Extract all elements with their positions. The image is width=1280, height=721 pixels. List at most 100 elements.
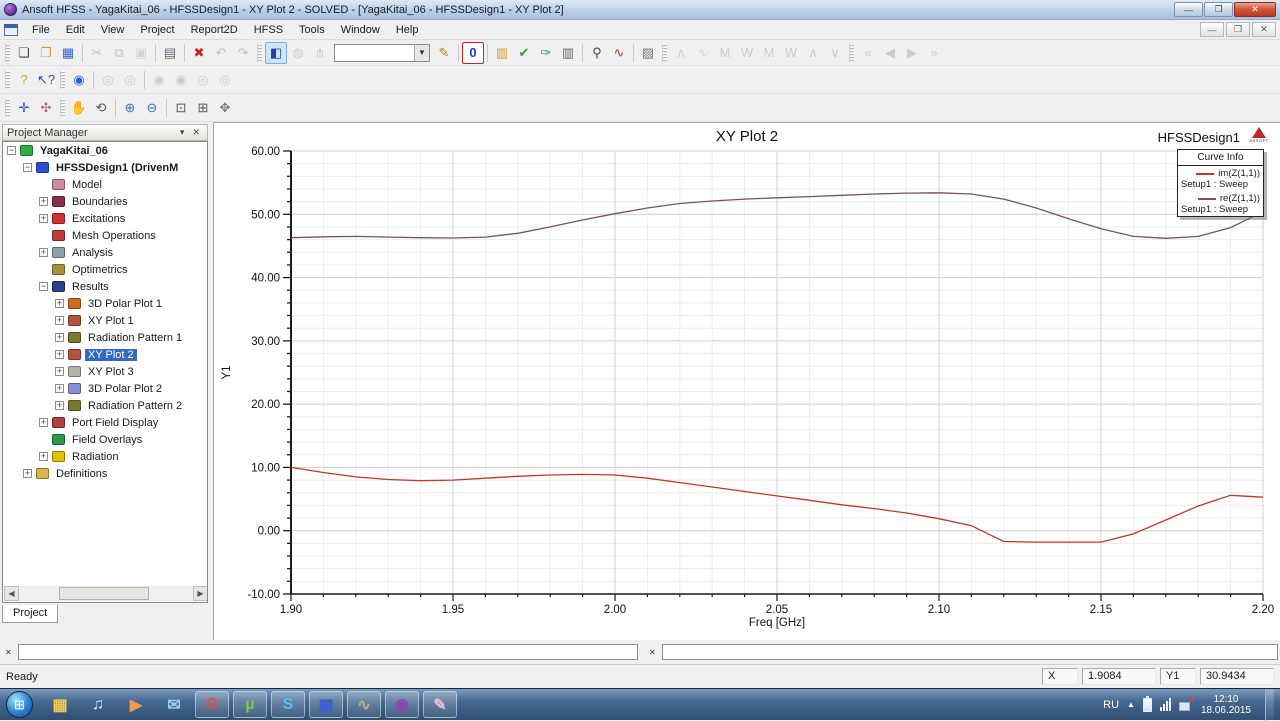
skype-icon[interactable]: S (271, 691, 305, 718)
toolbar-grip[interactable] (60, 70, 65, 89)
xy-plot-canvas[interactable]: -10.00 0.00 10.00 20.00 30.00 40.00 50.00 60.00… (214, 123, 1280, 641)
validation-icon[interactable]: ◍ (287, 42, 309, 64)
tree-item-label[interactable]: XY Plot 2 (85, 348, 137, 361)
tree-item-label[interactable]: Port Field Display (69, 417, 161, 429)
start-button[interactable]: ⊞ (6, 691, 33, 718)
mail-icon[interactable]: ✉ (157, 691, 191, 718)
dock-close-icon[interactable]: ✕ (646, 647, 659, 658)
check-icon[interactable]: ✔ (513, 42, 535, 64)
copy-image-icon[interactable]: ▨ (637, 42, 659, 64)
scroll-right-icon[interactable]: ▶ (193, 586, 207, 601)
tray-clock[interactable]: 12:10 18.06.2015 (1201, 694, 1251, 716)
tree-item-model[interactable]: Model (3, 176, 207, 193)
mdi-minimize-button[interactable]: — (1200, 22, 1224, 37)
tree-item-label[interactable]: Optimetrics (69, 264, 131, 276)
toolbar-grip[interactable] (257, 43, 262, 62)
view-option-4-icon[interactable]: ◎ (214, 69, 236, 91)
zoom-window-icon[interactable]: ⊡ (170, 97, 192, 119)
context-help-icon[interactable]: ↖? (35, 69, 57, 91)
progress-window[interactable] (661, 644, 1278, 660)
validate-icon[interactable]: 0 (462, 41, 484, 64)
tree-item-yagakitai-06[interactable]: − YagaKitai_06 (3, 142, 207, 159)
mdi-restore-button[interactable]: ❐ (1226, 22, 1250, 37)
tree-item-label[interactable]: Radiation (69, 451, 121, 463)
wave-1-icon[interactable]: ∧ (670, 42, 692, 64)
media-player-icon[interactable]: ▶ (119, 691, 153, 718)
tree-expander-icon[interactable]: + (23, 469, 32, 478)
tree-item-3d-polar-plot-2[interactable]: +3D Polar Plot 2 (3, 380, 207, 397)
tree-item-radiation-pattern-2[interactable]: + Radiation Pattern 2 (3, 397, 207, 414)
menu-view[interactable]: View (93, 22, 133, 38)
tray-expand-icon[interactable]: ▲ (1127, 700, 1135, 709)
zoom-in-icon[interactable]: ⊕ (119, 97, 141, 119)
tree-item-label[interactable]: Boundaries (69, 196, 131, 208)
tab-project[interactable]: Project (2, 605, 59, 623)
combo-dropdown-icon[interactable]: ▼ (414, 44, 429, 61)
tree-expander-icon[interactable]: + (39, 214, 48, 223)
toolbar-grip[interactable] (662, 43, 667, 62)
view-option-3-icon[interactable]: ◎ (192, 69, 214, 91)
close-button[interactable]: ✕ (1234, 2, 1276, 17)
tree-item-analysis[interactable]: + Analysis (3, 244, 207, 261)
nav-first-icon[interactable]: « (857, 42, 879, 64)
record-icon[interactable]: ✑ (535, 42, 557, 64)
curve-info-legend[interactable]: Curve Info im(Z(1,1)) Setup1 : Sweep re(Z(… (1177, 149, 1264, 217)
toolbar-grip[interactable] (849, 43, 854, 62)
tree-item-label[interactable]: Mesh Operations (69, 230, 159, 242)
message-window[interactable] (17, 644, 638, 660)
pm-close-icon[interactable]: ✕ (189, 127, 203, 138)
tree-expander-icon[interactable]: + (55, 316, 64, 325)
new-icon[interactable]: ❏ (13, 42, 35, 64)
pan-icon[interactable]: ✋ (68, 97, 90, 119)
tree-expander-icon[interactable]: + (55, 333, 64, 342)
tree-item-xy-plot-1[interactable]: + XY Plot 1 (3, 312, 207, 329)
tree-expander-icon[interactable]: + (39, 418, 48, 427)
minimize-button[interactable]: — (1174, 2, 1203, 17)
tree-item-xy-plot-3[interactable]: + XY Plot 3 (3, 363, 207, 380)
tree-item-label[interactable]: XY Plot 1 (85, 315, 137, 327)
zoom-out-icon[interactable]: ⊖ (141, 97, 163, 119)
fit-view-icon[interactable]: ⊞ (192, 97, 214, 119)
menu-report2d[interactable]: Report2D (183, 22, 246, 38)
nav-last-icon[interactable]: » (923, 42, 945, 64)
tree-item-label[interactable]: XY Plot 3 (85, 366, 137, 378)
network-error-icon[interactable]: ✕ (1178, 695, 1195, 711)
save-icon[interactable]: ▦ (57, 42, 79, 64)
explorer-icon[interactable]: ▦ (43, 691, 77, 718)
tree-item-xy-plot-2[interactable]: + XY Plot 2 (3, 346, 207, 363)
paint-icon[interactable]: ✎ (423, 691, 457, 718)
project-tree-hscrollbar[interactable]: ◀ ▶ (4, 586, 207, 601)
tree-item-label[interactable]: Excitations (69, 213, 128, 225)
redo-icon[interactable]: ↷ (232, 42, 254, 64)
tree-item-label[interactable]: 3D Polar Plot 1 (85, 298, 165, 310)
tree-expander-icon[interactable]: + (55, 384, 64, 393)
axes-icon[interactable]: ✥ (214, 97, 236, 119)
ansoft-app-icon[interactable]: ◉ (385, 691, 419, 718)
mdi-close-button[interactable]: ✕ (1252, 22, 1276, 37)
show-desktop-button[interactable] (1265, 688, 1274, 721)
battery-icon[interactable] (1142, 695, 1152, 712)
wave-3-icon[interactable]: M (714, 42, 736, 64)
tree-item-optimetrics[interactable]: Optimetrics (3, 261, 207, 278)
tree-item-label[interactable]: Analysis (69, 247, 116, 259)
menu-edit[interactable]: Edit (58, 22, 93, 38)
edit-variables-icon[interactable]: ✎ (433, 42, 455, 64)
scroll-left-icon[interactable]: ◀ (4, 586, 19, 601)
tree-expander-icon[interactable]: + (39, 452, 48, 461)
open-icon[interactable]: ❐ (35, 42, 57, 64)
tree-item-3d-polar-plot-1[interactable]: +3D Polar Plot 1 (3, 295, 207, 312)
tree-item-results[interactable]: − Results (3, 278, 207, 295)
solution-type-icon[interactable]: ◧ (265, 41, 287, 64)
signal-icon[interactable] (1159, 698, 1171, 711)
tree-expander-icon[interactable]: − (23, 163, 32, 172)
cut-icon[interactable]: ✂ (86, 42, 108, 64)
nav-next-icon[interactable]: ▶ (901, 42, 923, 64)
menu-project[interactable]: Project (132, 22, 182, 38)
toolbar-grip[interactable] (60, 98, 65, 117)
tree-expander-icon[interactable]: + (55, 367, 64, 376)
tree-item-label[interactable]: HFSSDesign1 (DrivenM (53, 162, 181, 174)
view-option-1-icon[interactable]: ◉ (148, 69, 170, 91)
visibility-icon[interactable]: ◉ (68, 69, 90, 91)
tree-item-mesh-operations[interactable]: Mesh Operations (3, 227, 207, 244)
paste-icon[interactable]: ▣ (130, 42, 152, 64)
